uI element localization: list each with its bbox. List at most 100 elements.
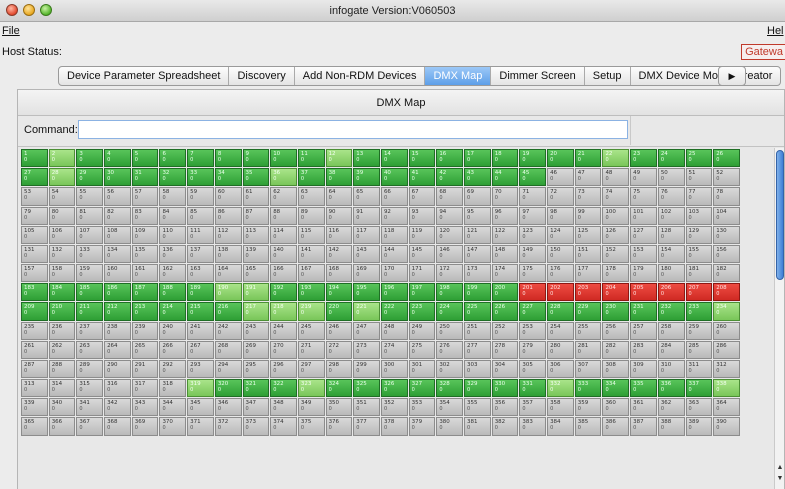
dmx-channel-cell[interactable]: 99 0 <box>574 206 602 225</box>
dmx-channel-cell[interactable]: 360 0 <box>602 398 630 417</box>
dmx-channel-cell[interactable]: 101 0 <box>630 206 657 225</box>
dmx-channel-cell[interactable]: 132 0 <box>48 244 76 264</box>
dmx-channel-cell[interactable]: 293 0 <box>187 359 214 379</box>
dmx-channel-cell[interactable]: 332 0 <box>547 379 574 398</box>
dmx-channel-cell[interactable]: 282 0 <box>602 340 630 359</box>
dmx-channel-cell[interactable]: 367 0 <box>76 417 104 436</box>
dmx-channel-cell[interactable]: 366 0 <box>48 417 76 436</box>
dmx-channel-cell[interactable]: 234 0 <box>713 302 740 321</box>
dmx-channel-cell[interactable]: 201 0 <box>519 283 547 302</box>
dmx-channel-cell[interactable]: 277 0 <box>464 340 491 359</box>
dmx-channel-cell[interactable]: 304 0 <box>491 359 519 379</box>
dmx-channel-cell[interactable]: 246 0 <box>325 321 353 340</box>
dmx-channel-cell[interactable]: 226 0 <box>491 302 519 321</box>
dmx-channel-cell[interactable]: 135 0 <box>131 244 159 264</box>
dmx-channel-cell[interactable]: 105 0 <box>21 225 48 244</box>
dmx-channel-cell[interactable]: 87 0 <box>242 206 270 225</box>
dmx-channel-cell[interactable]: 25 0 <box>685 149 713 168</box>
tab-add-non-rdm-devices[interactable]: Add Non-RDM Devices <box>295 67 426 85</box>
dmx-channel-cell[interactable]: 29 0 <box>76 168 104 187</box>
dmx-channel-cell[interactable]: 31 0 <box>131 168 159 187</box>
dmx-channel-cell[interactable]: 247 0 <box>353 321 380 340</box>
dmx-channel-cell[interactable]: 75 0 <box>630 187 657 206</box>
dmx-channel-cell[interactable]: 118 0 <box>380 225 408 244</box>
dmx-channel-cell[interactable]: 187 0 <box>131 283 159 302</box>
dmx-channel-cell[interactable]: 303 0 <box>464 359 491 379</box>
dmx-channel-cell[interactable]: 120 0 <box>436 225 463 244</box>
dmx-channel-cell[interactable]: 16 0 <box>436 149 463 168</box>
dmx-channel-cell[interactable]: 181 0 <box>685 264 713 283</box>
dmx-channel-cell[interactable]: 80 0 <box>48 206 76 225</box>
dmx-channel-cell[interactable]: 239 0 <box>131 321 159 340</box>
dmx-channel-cell[interactable]: 260 0 <box>713 321 740 340</box>
dmx-channel-cell[interactable]: 347 0 <box>242 398 270 417</box>
dmx-channel-cell[interactable]: 112 0 <box>214 225 242 244</box>
dmx-channel-cell[interactable]: 343 0 <box>131 398 159 417</box>
dmx-channel-cell[interactable]: 211 0 <box>76 302 104 321</box>
dmx-channel-cell[interactable]: 173 0 <box>464 264 491 283</box>
dmx-channel-cell[interactable]: 208 0 <box>713 283 740 302</box>
dmx-channel-cell[interactable]: 11 0 <box>297 149 325 168</box>
dmx-channel-cell[interactable]: 359 0 <box>574 398 602 417</box>
dmx-channel-cell[interactable]: 218 0 <box>270 302 297 321</box>
dmx-channel-cell[interactable]: 341 0 <box>76 398 104 417</box>
command-input[interactable] <box>78 120 628 139</box>
dmx-channel-cell[interactable]: 240 0 <box>159 321 187 340</box>
dmx-channel-cell[interactable]: 213 0 <box>131 302 159 321</box>
dmx-channel-cell[interactable]: 149 0 <box>519 244 547 264</box>
dmx-channel-cell[interactable]: 258 0 <box>657 321 685 340</box>
dmx-channel-cell[interactable]: 192 0 <box>270 283 297 302</box>
dmx-channel-cell[interactable]: 371 0 <box>187 417 214 436</box>
dmx-channel-cell[interactable]: 166 0 <box>270 264 297 283</box>
dmx-channel-cell[interactable]: 382 0 <box>491 417 519 436</box>
dmx-channel-cell[interactable]: 64 0 <box>325 187 353 206</box>
dmx-channel-cell[interactable]: 65 0 <box>353 187 380 206</box>
dmx-channel-cell[interactable]: 267 0 <box>187 340 214 359</box>
dmx-channel-cell[interactable]: 257 0 <box>630 321 657 340</box>
tab-scroll-right-button[interactable]: ▶ <box>718 66 746 86</box>
dmx-channel-cell[interactable]: 20 0 <box>547 149 574 168</box>
dmx-channel-cell[interactable]: 326 0 <box>380 379 408 398</box>
dmx-channel-cell[interactable]: 151 0 <box>574 244 602 264</box>
dmx-channel-cell[interactable]: 389 0 <box>685 417 713 436</box>
vertical-scrollbar[interactable]: ▲ ▼ <box>774 148 784 489</box>
dmx-channel-cell[interactable]: 194 0 <box>325 283 353 302</box>
dmx-channel-cell[interactable]: 314 0 <box>48 379 76 398</box>
dmx-channel-cell[interactable]: 158 0 <box>48 264 76 283</box>
dmx-channel-cell[interactable]: 291 0 <box>131 359 159 379</box>
dmx-channel-cell[interactable]: 357 0 <box>519 398 547 417</box>
dmx-channel-cell[interactable]: 115 0 <box>297 225 325 244</box>
dmx-channel-cell[interactable]: 70 <box>187 149 214 168</box>
dmx-channel-cell[interactable]: 160 0 <box>104 264 131 283</box>
dmx-channel-cell[interactable]: 47 0 <box>574 168 602 187</box>
dmx-channel-cell[interactable]: 46 0 <box>547 168 574 187</box>
dmx-channel-cell[interactable]: 100 0 <box>602 206 630 225</box>
dmx-channel-cell[interactable]: 130 0 <box>713 225 740 244</box>
dmx-channel-cell[interactable]: 82 0 <box>104 206 131 225</box>
dmx-channel-cell[interactable]: 342 0 <box>104 398 131 417</box>
dmx-channel-cell[interactable]: 19 0 <box>519 149 547 168</box>
dmx-channel-cell[interactable]: 35 0 <box>242 168 270 187</box>
dmx-channel-cell[interactable]: 298 0 <box>325 359 353 379</box>
dmx-channel-cell[interactable]: 60 <box>159 149 187 168</box>
dmx-channel-cell[interactable]: 98 0 <box>547 206 574 225</box>
dmx-channel-cell[interactable]: 138 0 <box>214 244 242 264</box>
dmx-channel-cell[interactable]: 56 0 <box>104 187 131 206</box>
dmx-channel-cell[interactable]: 205 0 <box>630 283 657 302</box>
dmx-channel-cell[interactable]: 348 0 <box>270 398 297 417</box>
dmx-channel-cell[interactable]: 94 0 <box>436 206 463 225</box>
scroll-down-arrow-icon[interactable]: ▼ <box>775 474 785 483</box>
dmx-channel-cell[interactable]: 327 0 <box>408 379 436 398</box>
dmx-channel-cell[interactable]: 190 0 <box>214 283 242 302</box>
dmx-channel-cell[interactable]: 159 0 <box>76 264 104 283</box>
dmx-channel-cell[interactable]: 189 0 <box>187 283 214 302</box>
dmx-channel-cell[interactable]: 104 0 <box>713 206 740 225</box>
dmx-channel-cell[interactable]: 250 0 <box>436 321 463 340</box>
dmx-channel-cell[interactable]: 206 0 <box>657 283 685 302</box>
dmx-channel-cell[interactable]: 183 0 <box>21 283 48 302</box>
dmx-channel-cell[interactable]: 287 0 <box>21 359 48 379</box>
dmx-channel-cell[interactable]: 84 0 <box>159 206 187 225</box>
dmx-channel-cell[interactable]: 144 0 <box>380 244 408 264</box>
dmx-channel-cell[interactable]: 335 0 <box>630 379 657 398</box>
dmx-channel-cell[interactable]: 163 0 <box>187 264 214 283</box>
